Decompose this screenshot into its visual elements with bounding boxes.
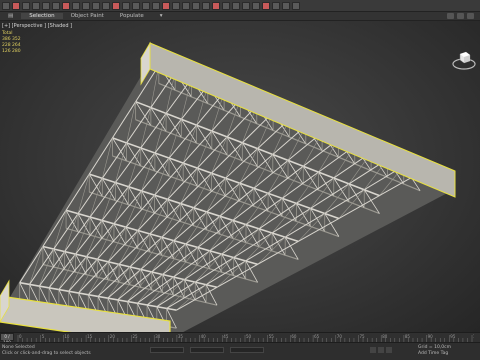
tab-populate[interactable]: Populate (112, 13, 152, 19)
viewport-label[interactable]: [+] [Perspective ] [Shaded ] (2, 23, 72, 29)
unlink-icon[interactable] (32, 1, 40, 10)
snap-toggle-icon[interactable] (152, 1, 160, 10)
select-by-name-icon[interactable] (72, 1, 80, 10)
link-icon[interactable] (22, 1, 30, 10)
redo-icon[interactable] (12, 1, 20, 10)
viewcube-icon[interactable] (452, 48, 476, 72)
timeline-tick-label: 80 (382, 334, 388, 339)
timeline-tick-label: 40 (201, 334, 207, 339)
coord-y-field[interactable] (190, 347, 224, 353)
tab-selection[interactable]: Selection (21, 13, 63, 19)
reference-coord-icon[interactable] (132, 1, 140, 10)
playback-controls (370, 347, 392, 353)
render-setup-icon[interactable] (272, 1, 280, 10)
angle-snap-icon[interactable] (162, 1, 170, 10)
status-messages: None Selected Click or click-and-drag to… (2, 345, 91, 357)
stats-line: 126 280 (2, 49, 21, 54)
time-slider[interactable]: 0 / 100 (0, 333, 14, 345)
coord-x-field[interactable] (150, 347, 184, 353)
ribbon-extra-icon[interactable] (467, 13, 474, 19)
layer-explorer-icon[interactable] (222, 1, 230, 10)
named-selection-icon[interactable] (192, 1, 200, 10)
ribbon-dropdown-icon[interactable]: ▾ (152, 13, 171, 19)
timeline-ruler[interactable]: 0 5 10 15 20 25 30 35 40 45 50 55 60 65 70 75 80 85 90 95 10… (16, 333, 474, 342)
ribbon-extra-icons (447, 13, 480, 19)
timeline-tick-label: 25 (133, 334, 139, 339)
ribbon-extra-icon[interactable] (457, 13, 464, 19)
curve-editor-icon[interactable] (242, 1, 250, 10)
selection-filter-icon[interactable] (52, 1, 60, 10)
timeline-tick-label: 45 (223, 334, 229, 339)
undo-icon[interactable] (2, 1, 10, 10)
timeline-tick-label: 15 (87, 334, 93, 339)
timeline-tick-label: 55 (269, 334, 275, 339)
timeline-tick-label: 20 (110, 334, 116, 339)
go-to-end-icon[interactable] (386, 347, 392, 353)
rendered-frame-icon[interactable] (282, 1, 290, 10)
render-icon[interactable] (292, 1, 300, 10)
timeline-tick-label: 100 (473, 334, 474, 339)
timeline-tick-label: 95 (450, 334, 456, 339)
rect-selection-icon[interactable] (82, 1, 90, 10)
timeline-tick-label: 75 (360, 334, 366, 339)
timeline-tick-label: 65 (314, 334, 320, 339)
ribbon-extra-icon[interactable] (447, 13, 454, 19)
prompt-line: Click or click-and-drag to select object… (2, 351, 91, 356)
coord-z-field[interactable] (230, 347, 264, 353)
timeline-tick-label: 90 (428, 334, 434, 339)
window-crossing-icon[interactable] (92, 1, 100, 10)
align-icon[interactable] (212, 1, 220, 10)
play-icon[interactable] (378, 347, 384, 353)
go-to-start-icon[interactable] (370, 347, 376, 353)
timeline-tick-label: 10 (64, 334, 70, 339)
timeline[interactable]: 0 / 100 0 5 10 15 20 25 30 35 40 45 50 55 60 65 70 75 80… (0, 332, 480, 345)
main-toolbar (0, 0, 480, 12)
ribbon-bar: ▤ Selection Object Paint Populate ▾ (0, 12, 480, 21)
tab-object-paint[interactable]: Object Paint (63, 13, 112, 19)
rotate-icon[interactable] (112, 1, 120, 10)
truss-model[interactable] (0, 21, 480, 332)
timeline-tick-label: 50 (246, 334, 252, 339)
timeline-tick-label: 0 (19, 334, 22, 339)
timeline-tick-label: 5 (42, 334, 45, 339)
mirror-icon[interactable] (202, 1, 210, 10)
material-editor-icon[interactable] (262, 1, 270, 10)
perspective-viewport[interactable] (0, 21, 480, 332)
timeline-tick-label: 85 (405, 334, 411, 339)
schematic-icon[interactable] (252, 1, 260, 10)
scale-icon[interactable] (122, 1, 130, 10)
timeline-tick-label: 60 (291, 334, 297, 339)
pivot-icon[interactable] (142, 1, 150, 10)
viewport-statistics: Total 386 352 228 264 126 280 (2, 31, 21, 55)
bind-icon[interactable] (42, 1, 50, 10)
status-bar: None Selected Click or click-and-drag to… (0, 342, 480, 360)
status-right: Grid = 10,0cm Add Time Tag (418, 345, 451, 357)
move-icon[interactable] (102, 1, 110, 10)
spinner-snap-icon[interactable] (182, 1, 190, 10)
graphite-icon[interactable] (232, 1, 240, 10)
ribbon-menu-icon[interactable]: ▤ (0, 13, 21, 19)
percent-snap-icon[interactable] (172, 1, 180, 10)
add-time-tag-button[interactable]: Add Time Tag (418, 351, 451, 357)
select-object-icon[interactable] (62, 1, 70, 10)
timeline-tick-label: 70 (337, 334, 343, 339)
timeline-tick-label: 35 (178, 334, 184, 339)
timeline-tick-label: 30 (155, 334, 161, 339)
